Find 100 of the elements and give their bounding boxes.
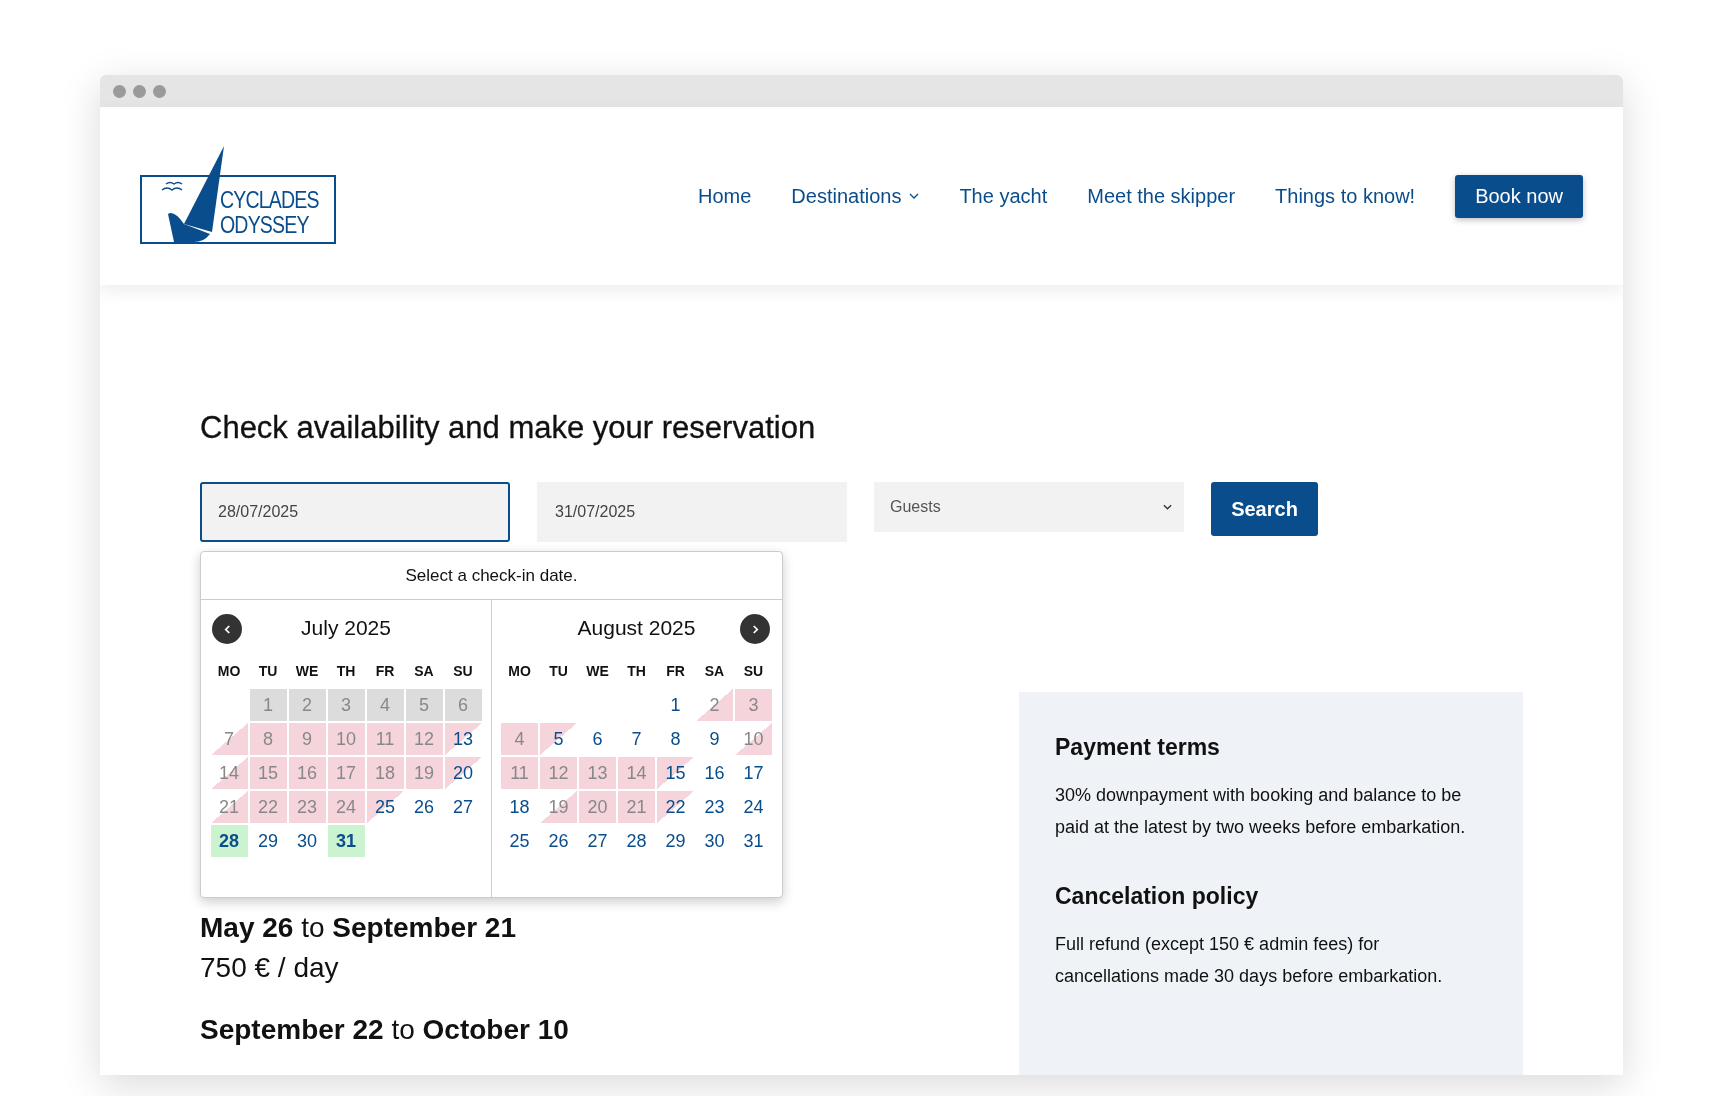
window-dot-icon (133, 84, 146, 98)
calendar-day: 12 (405, 723, 443, 755)
calendar-day[interactable]: 30 (288, 825, 326, 857)
calendar-day[interactable]: 25 (366, 791, 404, 823)
calendar-day[interactable]: 22 (657, 791, 694, 823)
weekday-label: TH (335, 662, 357, 681)
weekday-label: MO (507, 662, 532, 681)
calendar-day: 16 (288, 757, 326, 789)
previous-month-button[interactable] (212, 614, 242, 644)
weekday-label: SU (452, 662, 474, 681)
nav-link[interactable]: The yacht (959, 184, 1048, 208)
next-month-button[interactable] (740, 614, 770, 644)
info-title: Payment terms (1055, 734, 1221, 761)
calendar-day[interactable]: 28 (210, 825, 248, 857)
calendar-day[interactable]: 9 (696, 723, 733, 755)
month-title: August 2025 (577, 616, 696, 640)
calendar-day[interactable]: 31 (735, 825, 772, 857)
calendar-day: 3 (735, 689, 772, 721)
calendar-day[interactable]: 26 (540, 825, 577, 857)
weekday-label: WE (585, 662, 610, 681)
calendar-day[interactable]: 29 (657, 825, 694, 857)
calendar-day: 14 (210, 757, 248, 789)
calendar-day[interactable]: 8 (657, 723, 694, 755)
season-period: September 22 to October 10 (200, 1014, 570, 1046)
calendar-day[interactable]: 17 (735, 757, 772, 789)
calendar-day[interactable]: 5 (540, 723, 577, 755)
weekday-label: MO (216, 662, 242, 681)
weekday-label: FR (665, 662, 686, 681)
calendar-day: 13 (579, 757, 616, 789)
calendar-day[interactable]: 25 (501, 825, 538, 857)
month-title: July 2025 (301, 616, 391, 640)
calendar-day: 1 (249, 689, 287, 721)
calendar-day[interactable]: 15 (657, 757, 694, 789)
calendar-day: 18 (366, 757, 404, 789)
nav-link[interactable]: Things to know! (1275, 184, 1416, 208)
calendar-day[interactable]: 7 (618, 723, 655, 755)
calendar-day: 3 (327, 689, 365, 721)
weekday-label: TH (626, 662, 647, 681)
calendar-day[interactable]: 18 (501, 791, 538, 823)
calendar-day: 9 (288, 723, 326, 755)
calendar-day: 15 (249, 757, 287, 789)
calendar-day[interactable]: 27 (579, 825, 616, 857)
guests-select[interactable]: Guests (874, 482, 1184, 532)
calendar-day: 10 (735, 723, 772, 755)
calendar-day: 11 (501, 757, 538, 789)
weekday-label: WE (294, 662, 320, 681)
calendar-day: 14 (618, 757, 655, 789)
section-heading: Check availability and make your reservation (200, 410, 817, 446)
calendar-day[interactable]: 28 (618, 825, 655, 857)
weekday-label: TU (257, 662, 279, 681)
calendar-day: 17 (327, 757, 365, 789)
calendar-day: 19 (540, 791, 577, 823)
calendar-day: 12 (540, 757, 577, 789)
calendar-day: 2 (696, 689, 733, 721)
window-dot-icon (153, 84, 166, 98)
nav-link[interactable]: Meet the skipper (1087, 184, 1236, 208)
info-text: Full refund (except 150 € admin fees) for cancellations made 30 days before embarkation. (1055, 933, 1444, 988)
calendar-day: 6 (444, 689, 482, 721)
nav-link[interactable]: Home (697, 184, 752, 208)
calendar-day: 24 (327, 791, 365, 823)
chevron-down-icon (1163, 504, 1172, 510)
book-now-button[interactable]: Book now (1455, 174, 1583, 218)
datepicker-prompt: Select a check-in date. (201, 552, 782, 600)
calendar-day[interactable]: 29 (249, 825, 287, 857)
logo-text: ODYSSEY (220, 212, 310, 238)
info-title: Cancelation policy (1055, 883, 1260, 910)
chevron-right-icon (751, 624, 759, 634)
calendar-day[interactable]: 1 (657, 689, 694, 721)
season-period: May 26 to September 21 (200, 912, 517, 944)
weekday-label: FR (374, 662, 396, 681)
calendar-day: 21 (210, 791, 248, 823)
search-button[interactable]: Search (1211, 482, 1318, 536)
calendar-day: 19 (405, 757, 443, 789)
calendar-day: 10 (327, 723, 365, 755)
calendar-day: 23 (288, 791, 326, 823)
calendar-day: 21 (618, 791, 655, 823)
calendar-day[interactable]: 24 (735, 791, 772, 823)
calendar-day: 8 (249, 723, 287, 755)
calendar-day[interactable]: 30 (696, 825, 733, 857)
calendar-day[interactable]: 6 (579, 723, 616, 755)
calendar-day[interactable]: 26 (405, 791, 443, 823)
calendar-day: 11 (366, 723, 404, 755)
calendar-day[interactable]: 23 (696, 791, 733, 823)
calendar-day[interactable]: 16 (696, 757, 733, 789)
chevron-left-icon (223, 624, 231, 634)
calendar-day[interactable]: 27 (444, 791, 482, 823)
calendar-day[interactable]: 13 (444, 723, 482, 755)
weekday-label: SU (742, 662, 765, 681)
weekday-label: SA (703, 662, 726, 681)
calendar-day: 7 (210, 723, 248, 755)
checkout-date-field[interactable]: 31/07/2025 (537, 482, 847, 542)
weekday-label: SA (413, 662, 435, 681)
logo-text: CYCLADES (220, 187, 319, 213)
nav-link[interactable]: Destinations (791, 184, 920, 208)
calendar-day: 4 (366, 689, 404, 721)
calendar-day: 22 (249, 791, 287, 823)
window-dot-icon (113, 84, 126, 98)
calendar-day[interactable]: 20 (444, 757, 482, 789)
calendar-day[interactable]: 31 (327, 825, 365, 857)
checkin-date-field[interactable]: 28/07/2025 (200, 482, 510, 542)
